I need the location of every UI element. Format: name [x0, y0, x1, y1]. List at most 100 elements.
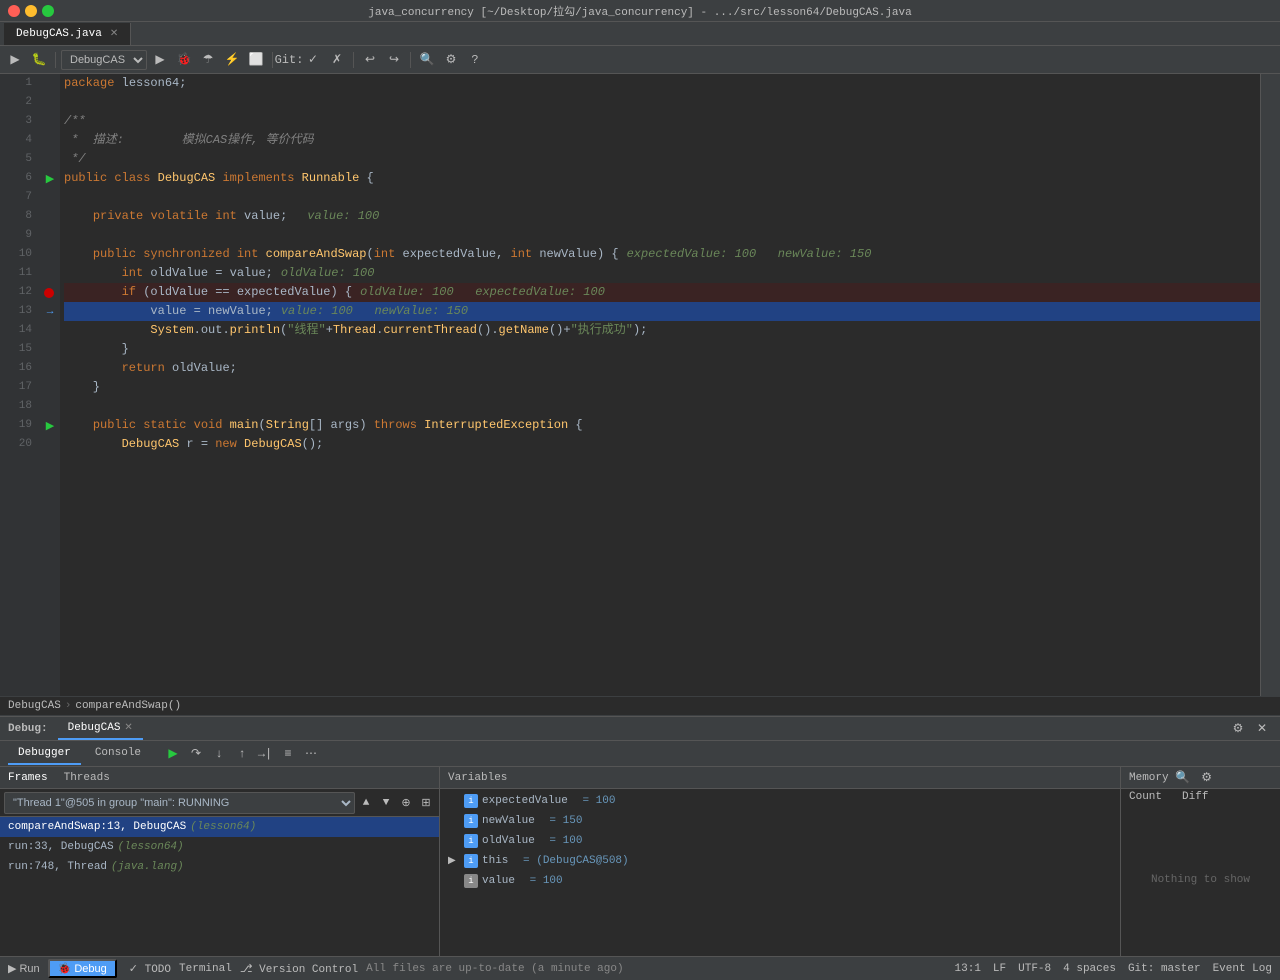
debug-panel: Debug: DebugCAS ✕ ⚙ ✕ Debugger Console ▶…: [0, 716, 1280, 956]
toolbar-sep3: [353, 52, 354, 68]
kw-int-11: int: [122, 264, 144, 283]
undo-icon[interactable]: ↩: [359, 49, 381, 71]
debug-session-name: DebugCAS: [68, 722, 121, 734]
version-control-button[interactable]: ⎇ Version Control: [240, 962, 358, 976]
memory-label: Memory: [1129, 772, 1169, 784]
comment-5: */: [64, 150, 86, 169]
todo-button[interactable]: ✓ TODO: [129, 962, 171, 976]
tab-debugcas-session[interactable]: DebugCAS ✕: [58, 718, 143, 740]
thread-filter-icon[interactable]: ⊞: [417, 794, 435, 812]
help-icon[interactable]: ?: [464, 49, 486, 71]
var-icon-3: i: [464, 854, 478, 868]
kw-int-new: int: [511, 245, 533, 264]
kw-implements: implements: [222, 169, 294, 188]
line-num-1: 1: [0, 74, 32, 93]
minimize-button[interactable]: [25, 5, 37, 17]
var-icon-1: i: [464, 814, 478, 828]
cls-debugcas: DebugCAS: [158, 169, 216, 188]
code-line-4: * 描述: 模拟CAS操作, 等价代码: [64, 131, 1260, 150]
redo-icon[interactable]: ↪: [383, 49, 405, 71]
maximize-button[interactable]: [42, 5, 54, 17]
frame-item-2[interactable]: run:748, Thread (java.lang): [0, 857, 439, 877]
git-icon[interactable]: Git:: [278, 49, 300, 71]
run-button[interactable]: ▶: [4, 49, 26, 71]
code-line-5: */: [64, 150, 1260, 169]
var-icon-4: i: [464, 874, 478, 888]
editor-tab-debugcas[interactable]: DebugCAS.java ✕: [4, 23, 131, 45]
debug-status-button[interactable]: 🐞 Debug: [48, 959, 117, 978]
coverage-icon[interactable]: ☂: [197, 49, 219, 71]
close-button[interactable]: [8, 5, 20, 17]
var-eq-2: [539, 835, 546, 847]
debug-run-icon[interactable]: 🐞: [173, 49, 195, 71]
step-into-icon[interactable]: ↓: [209, 744, 229, 764]
event-log-button[interactable]: Event Log: [1213, 963, 1272, 975]
line-num-16: 16: [0, 359, 32, 378]
debug-label: Debug:: [8, 723, 48, 735]
statusbar-right: 13:1 LF UTF-8 4 spaces Git: master Event…: [955, 963, 1272, 975]
debug-session-close[interactable]: ✕: [124, 722, 132, 734]
var-item-oldvalue[interactable]: i oldValue = 100: [440, 831, 1120, 851]
kw-int-exp: int: [374, 245, 396, 264]
tab-label: DebugCAS.java: [16, 28, 102, 40]
profile-icon[interactable]: ⚡: [221, 49, 243, 71]
step-over-icon[interactable]: ↷: [186, 744, 206, 764]
kw-void: void: [194, 416, 223, 435]
thread-select[interactable]: "Thread 1"@505 in group "main": RUNNING: [4, 792, 355, 814]
debug-button[interactable]: 🐛: [28, 49, 50, 71]
var-item-value[interactable]: i value = 100: [440, 871, 1120, 891]
tab-debugger[interactable]: Debugger: [8, 743, 81, 765]
settings-icon[interactable]: ⚙: [1228, 719, 1248, 739]
gear-icon[interactable]: ⚙: [440, 49, 462, 71]
gutter-18: [40, 397, 60, 416]
thread-up-icon[interactable]: ▲: [357, 794, 375, 812]
gutter-9: [40, 226, 60, 245]
kw-public-19: public: [93, 416, 136, 435]
thread-copy-icon[interactable]: ⊕: [397, 794, 415, 812]
var-item-expectedvalue[interactable]: i expectedValue = 100: [440, 791, 1120, 811]
line-num-3: 3: [0, 112, 32, 131]
search-icon[interactable]: 🔍: [416, 49, 438, 71]
var-val-3: = (DebugCAS@508): [523, 855, 629, 867]
run-config-select[interactable]: DebugCAS: [61, 50, 147, 70]
evaluate-icon[interactable]: ≡: [278, 744, 298, 764]
frame-item-0[interactable]: compareAndSwap:13, DebugCAS (lesson64): [0, 817, 439, 837]
frames-tab[interactable]: Frames: [8, 772, 48, 784]
debug-value-8: value: 100: [307, 207, 379, 226]
breadcrumb-method: compareAndSwap(): [75, 700, 181, 712]
memory-search-icon[interactable]: 🔍: [1173, 768, 1193, 788]
var-item-this[interactable]: ▶ i this = (DebugCAS@508): [440, 851, 1120, 871]
thread-down-icon[interactable]: ▼: [377, 794, 395, 812]
var-expand-3[interactable]: ▶: [448, 855, 460, 867]
step-out-icon[interactable]: ↑: [232, 744, 252, 764]
var-item-newvalue[interactable]: i newValue = 150: [440, 811, 1120, 831]
memory-header: Memory 🔍 ⚙: [1121, 767, 1280, 789]
line-num-11: 11: [0, 264, 32, 283]
right-strip: [1260, 74, 1280, 696]
var-val-4: = 100: [530, 875, 563, 887]
code-line-6: public class DebugCAS implements Runnabl…: [64, 169, 1260, 188]
git-check-icon[interactable]: ✓: [302, 49, 324, 71]
terminal-button[interactable]: Terminal: [179, 963, 232, 975]
tab-console[interactable]: Console: [85, 743, 151, 765]
close-debug-icon[interactable]: ✕: [1252, 719, 1272, 739]
run-to-cursor-icon[interactable]: →|: [255, 744, 275, 764]
code-area[interactable]: package lesson64; /** * 描述: 模拟CAS操作, 等价代…: [60, 74, 1260, 696]
run-status-button[interactable]: ▶ Run: [8, 962, 40, 975]
frame-item-1[interactable]: run:33, DebugCAS (lesson64): [0, 837, 439, 857]
git-cross-icon[interactable]: ✗: [326, 49, 348, 71]
memory-settings-icon[interactable]: ⚙: [1197, 768, 1217, 788]
breadcrumb-separator: ›: [65, 700, 72, 712]
trace-icon[interactable]: ⋯: [301, 744, 321, 764]
threads-tab[interactable]: Threads: [64, 772, 110, 784]
frames-threads-panel: Frames Threads "Thread 1"@505 in group "…: [0, 767, 440, 956]
breakpoint-icon[interactable]: [44, 288, 54, 298]
stop-icon[interactable]: ⬜: [245, 49, 267, 71]
resume-icon[interactable]: ▶: [163, 744, 183, 764]
var-name-1: newValue: [482, 815, 535, 827]
str-thread: "线程": [287, 321, 325, 340]
line-num-15: 15: [0, 340, 32, 359]
run-icon[interactable]: ▶: [149, 49, 171, 71]
kw-throws: throws: [374, 416, 417, 435]
tab-close-icon[interactable]: ✕: [110, 28, 118, 40]
